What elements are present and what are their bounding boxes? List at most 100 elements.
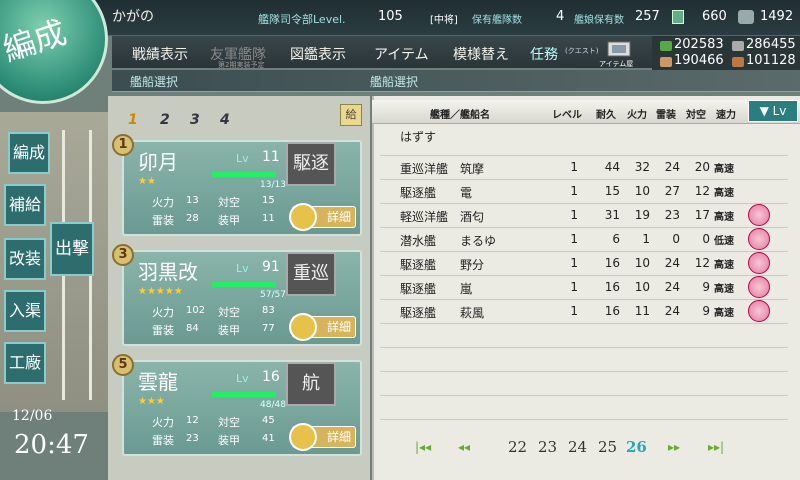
empty-row (380, 396, 788, 420)
lock-heart-icon[interactable] (748, 276, 770, 298)
next-page-icon[interactable]: ▸▸ (668, 440, 680, 454)
ship-aa: 9 (702, 304, 710, 318)
lock-heart-icon[interactable] (748, 252, 770, 274)
col-type-name: 艦種／艦船名 (430, 110, 490, 121)
page-23[interactable]: 23 (538, 438, 557, 456)
ship-type: 重巡洋艦 (400, 162, 449, 176)
ship-card[interactable]: 5 雲龍 ★★★ Lv 16 48/48 火力 12 対空 45 雷装 23 装… (112, 354, 362, 456)
menu-quest[interactable]: 任務 (530, 44, 558, 64)
ship-type-icon: 航 (286, 362, 336, 406)
fleet-count: 4 (556, 9, 565, 24)
ship-aa: 12 (694, 256, 710, 270)
lock-heart-icon[interactable] (748, 228, 770, 250)
first-page-icon[interactable]: |◂◂ (415, 440, 431, 454)
firepower-value: 102 (186, 305, 206, 316)
nav-arsenal[interactable]: 工廠 (4, 342, 46, 384)
lock-heart-icon[interactable] (748, 204, 770, 226)
clock: 20:47 (14, 430, 89, 460)
nav-dock[interactable]: 入渠 (4, 290, 46, 332)
sort-button[interactable]: ▼ Lv (748, 100, 798, 122)
hp-bar (212, 392, 276, 397)
ship-card[interactable]: 1 卯月 ★★ Lv 11 13/13 火力 13 対空 15 雷装 28 装甲… (112, 134, 362, 236)
armor-label: 装甲 (218, 214, 240, 227)
aa-label: 対空 (218, 416, 240, 429)
fuel-icon (660, 41, 672, 51)
page-26-current[interactable]: 26 (626, 438, 647, 456)
steel-value: 286455 (746, 37, 796, 52)
ship-speed: 高速 (714, 188, 734, 199)
slot-number: 5 (112, 354, 134, 376)
ship-type-icon: 重巡 (286, 252, 336, 296)
empty-row (380, 372, 788, 396)
col-speed: 速力 (716, 110, 736, 121)
supply-icon[interactable]: 給 (340, 104, 362, 126)
steel-icon (732, 41, 744, 51)
last-page-icon[interactable]: ▸▸| (708, 440, 724, 454)
ship-list-row[interactable]: 潜水艦 まるゆ 1 6 1 0 0 低速 (380, 228, 788, 252)
ship-list-row[interactable]: 駆逐艦 嵐 1 16 10 24 9 高速 (380, 276, 788, 300)
ship-list-row[interactable]: 駆逐艦 野分 1 16 10 24 12 高速 (380, 252, 788, 276)
magnifier-icon (289, 313, 317, 341)
detail-button[interactable]: 詳細 (289, 203, 356, 231)
ship-level: 16 (262, 369, 280, 385)
menu-encyclopedia[interactable]: 図鑑表示 (290, 44, 346, 64)
detail-label: 詳細 (326, 320, 351, 334)
nav-supply[interactable]: 補給 (4, 184, 46, 226)
ammo-icon (660, 57, 672, 67)
ship-name: 野分 (460, 258, 485, 272)
ship-level: 11 (262, 149, 280, 165)
prev-page-icon[interactable]: ◂◂ (458, 440, 470, 454)
ship-name: 雲龍 (138, 370, 178, 394)
ship-level: 1 (570, 208, 578, 222)
ship-list-row[interactable]: 駆逐艦 電 1 15 10 27 12 高速 (380, 180, 788, 204)
screw-count: 1492 (760, 9, 794, 24)
ship-name: 羽黒改 (138, 260, 198, 284)
ship-firepower: 11 (634, 304, 650, 318)
hp-bar (212, 282, 276, 287)
sortie-button[interactable]: 出撃 (50, 222, 94, 276)
menu-furniture[interactable]: 模様替え (453, 44, 509, 64)
page-22[interactable]: 22 (508, 438, 527, 456)
torpedo-label: 雷装 (152, 214, 174, 227)
ship-hp: 15 (604, 184, 620, 198)
ship-torpedo: 0 (672, 232, 680, 246)
ship-card[interactable]: 3 羽黒改 ★★★★★ Lv 91 57/57 火力 102 対空 83 雷装 … (112, 244, 362, 346)
item-shop-label[interactable]: アイテム屋 (599, 59, 633, 69)
detail-button[interactable]: 詳細 (289, 423, 356, 451)
hq-level-label: 艦隊司令部Level. (258, 13, 346, 26)
ship-name: 筑摩 (460, 162, 485, 176)
detail-label: 詳細 (326, 210, 351, 224)
row-divider (380, 148, 788, 156)
remove-ship-button[interactable]: はずす (400, 128, 436, 145)
ship-count: 257 (635, 9, 660, 24)
ship-aa: 20 (694, 160, 710, 174)
fleet-tab-2[interactable]: 2 (160, 112, 170, 128)
detail-button[interactable]: 詳細 (289, 313, 356, 341)
page-24[interactable]: 24 (568, 438, 587, 456)
col-firepower: 火力 (627, 110, 647, 121)
menu-items[interactable]: アイテム (374, 44, 429, 64)
ship-list-row[interactable]: 重巡洋艦 筑摩 1 44 32 24 20 高速 (380, 156, 788, 180)
ship-torpedo: 24 (664, 304, 680, 318)
fleet-tab-3[interactable]: 3 (190, 112, 200, 128)
bucket-icon (672, 10, 684, 24)
firepower-value: 13 (186, 195, 199, 206)
page-25[interactable]: 25 (598, 438, 617, 456)
nav-remodel[interactable]: 改装 (4, 238, 46, 280)
ship-level: 1 (570, 184, 578, 198)
ship-type-icon: 駆逐 (286, 142, 336, 186)
nav-organize[interactable]: 編成 (8, 132, 50, 174)
ship-name: 電 (460, 186, 473, 200)
col-hp: 耐久 (596, 110, 616, 121)
slot-number: 1 (112, 134, 134, 156)
armor-value: 77 (262, 323, 275, 334)
ship-speed: 高速 (714, 164, 734, 175)
fleet-tab-1[interactable]: 1 (128, 112, 138, 128)
ship-type: 駆逐艦 (400, 306, 437, 320)
armor-label: 装甲 (218, 434, 240, 447)
fleet-tab-4[interactable]: 4 (220, 112, 230, 128)
lock-heart-icon[interactable] (748, 300, 770, 322)
menu-stats[interactable]: 戦績表示 (132, 44, 188, 64)
ship-list-row[interactable]: 軽巡洋艦 酒匂 1 31 19 23 17 高速 (380, 204, 788, 228)
ship-list-row[interactable]: 駆逐艦 萩風 1 16 11 24 9 高速 (380, 300, 788, 324)
